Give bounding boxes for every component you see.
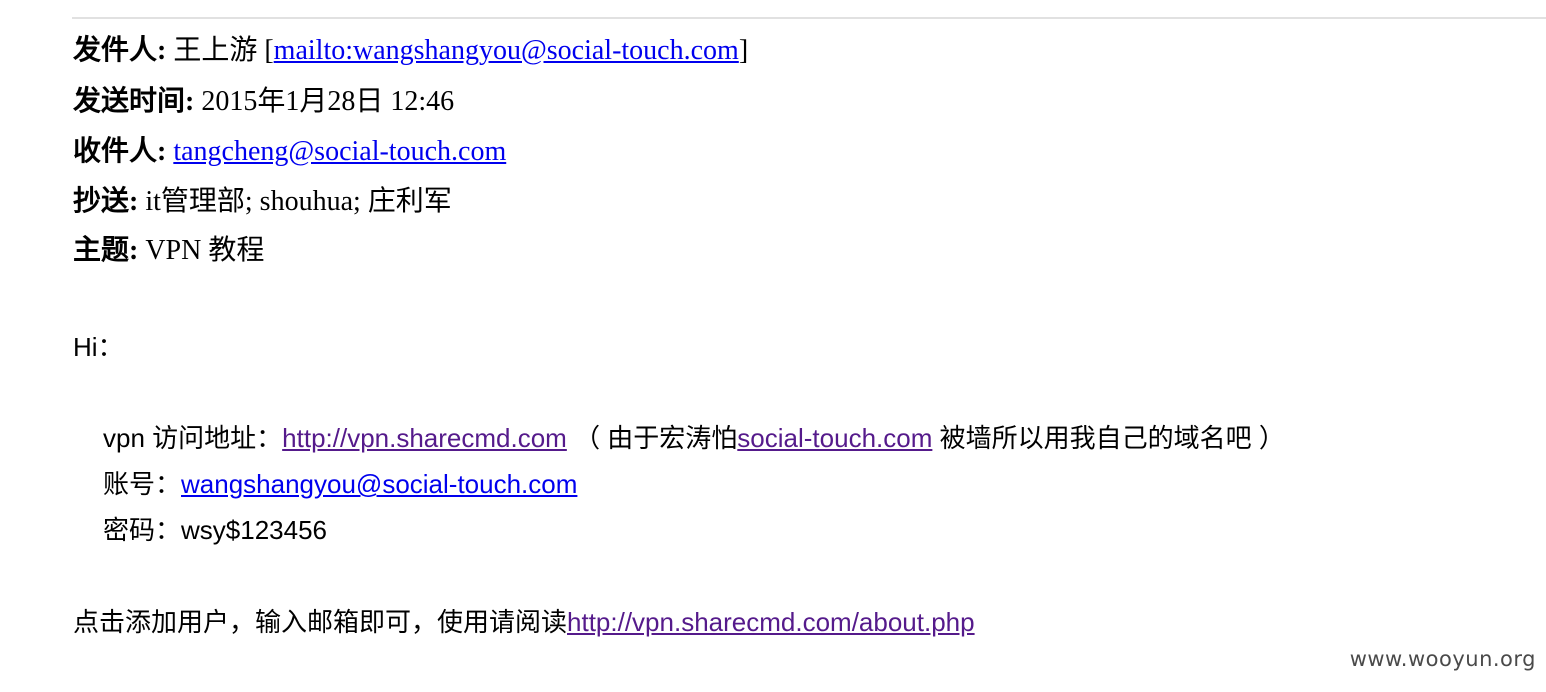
to-email-link[interactable]: tangcheng@social-touch.com bbox=[173, 136, 506, 167]
password-row: 密码：wsy$123456 bbox=[103, 513, 327, 547]
sent-row: 发送时间: 2015年1月28日 12:46 bbox=[73, 84, 454, 120]
vpn-middle: （ 由于宏涛怕 bbox=[566, 423, 738, 453]
from-row: 发件人: 王上游 [mailto:wangshangyou@social-tou… bbox=[73, 33, 748, 69]
about-link[interactable]: http://vpn.sharecmd.com/about.php bbox=[567, 607, 975, 637]
from-label: 发件人: bbox=[73, 35, 167, 66]
vpn-url-link[interactable]: http://vpn.sharecmd.com bbox=[282, 423, 567, 453]
password-value: wsy$123456 bbox=[181, 515, 328, 545]
account-label: 账号： bbox=[103, 469, 182, 499]
account-row: 账号：wangshangyou@social-touch.com bbox=[103, 467, 577, 501]
from-name: 王上游 bbox=[173, 35, 258, 66]
subject-label: 主题: bbox=[73, 235, 139, 266]
header-divider bbox=[72, 17, 1546, 19]
from-email-link[interactable]: mailto:wangshangyou@social-touch.com bbox=[274, 35, 739, 66]
bracket-open: [ bbox=[264, 35, 274, 66]
domain-link[interactable]: social-touch.com bbox=[737, 423, 932, 453]
sent-label: 发送时间: bbox=[73, 86, 195, 117]
instructions-row: 点击添加用户，输入邮箱即可，使用请阅读http://vpn.sharecmd.c… bbox=[73, 605, 975, 639]
vpn-suffix: 被墙所以用我自己的域名吧 ） bbox=[932, 423, 1285, 453]
cc-label: 抄送: bbox=[73, 186, 139, 217]
cc-value: it管理部; shouhua; 庄利军 bbox=[145, 186, 452, 217]
subject-row: 主题: VPN 教程 bbox=[73, 233, 264, 269]
watermark: www.wooyun.org bbox=[1349, 647, 1536, 671]
password-label: 密码： bbox=[103, 515, 182, 545]
sent-value: 2015年1月28日 12:46 bbox=[201, 86, 455, 117]
to-label: 收件人: bbox=[73, 136, 167, 167]
vpn-row: vpn 访问地址：http://vpn.sharecmd.com （ 由于宏涛怕… bbox=[103, 421, 1285, 455]
cc-row: 抄送: it管理部; shouhua; 庄利军 bbox=[73, 184, 452, 220]
instructions-text: 点击添加用户，输入邮箱即可，使用请阅读 bbox=[73, 607, 568, 637]
bracket-close: ] bbox=[738, 35, 749, 66]
subject-value: VPN 教程 bbox=[145, 235, 265, 266]
vpn-prefix: vpn 访问地址： bbox=[103, 423, 283, 453]
greeting: Hi： bbox=[73, 332, 124, 362]
to-row: 收件人: tangcheng@social-touch.com bbox=[73, 134, 506, 170]
account-email-link[interactable]: wangshangyou@social-touch.com bbox=[181, 469, 577, 499]
